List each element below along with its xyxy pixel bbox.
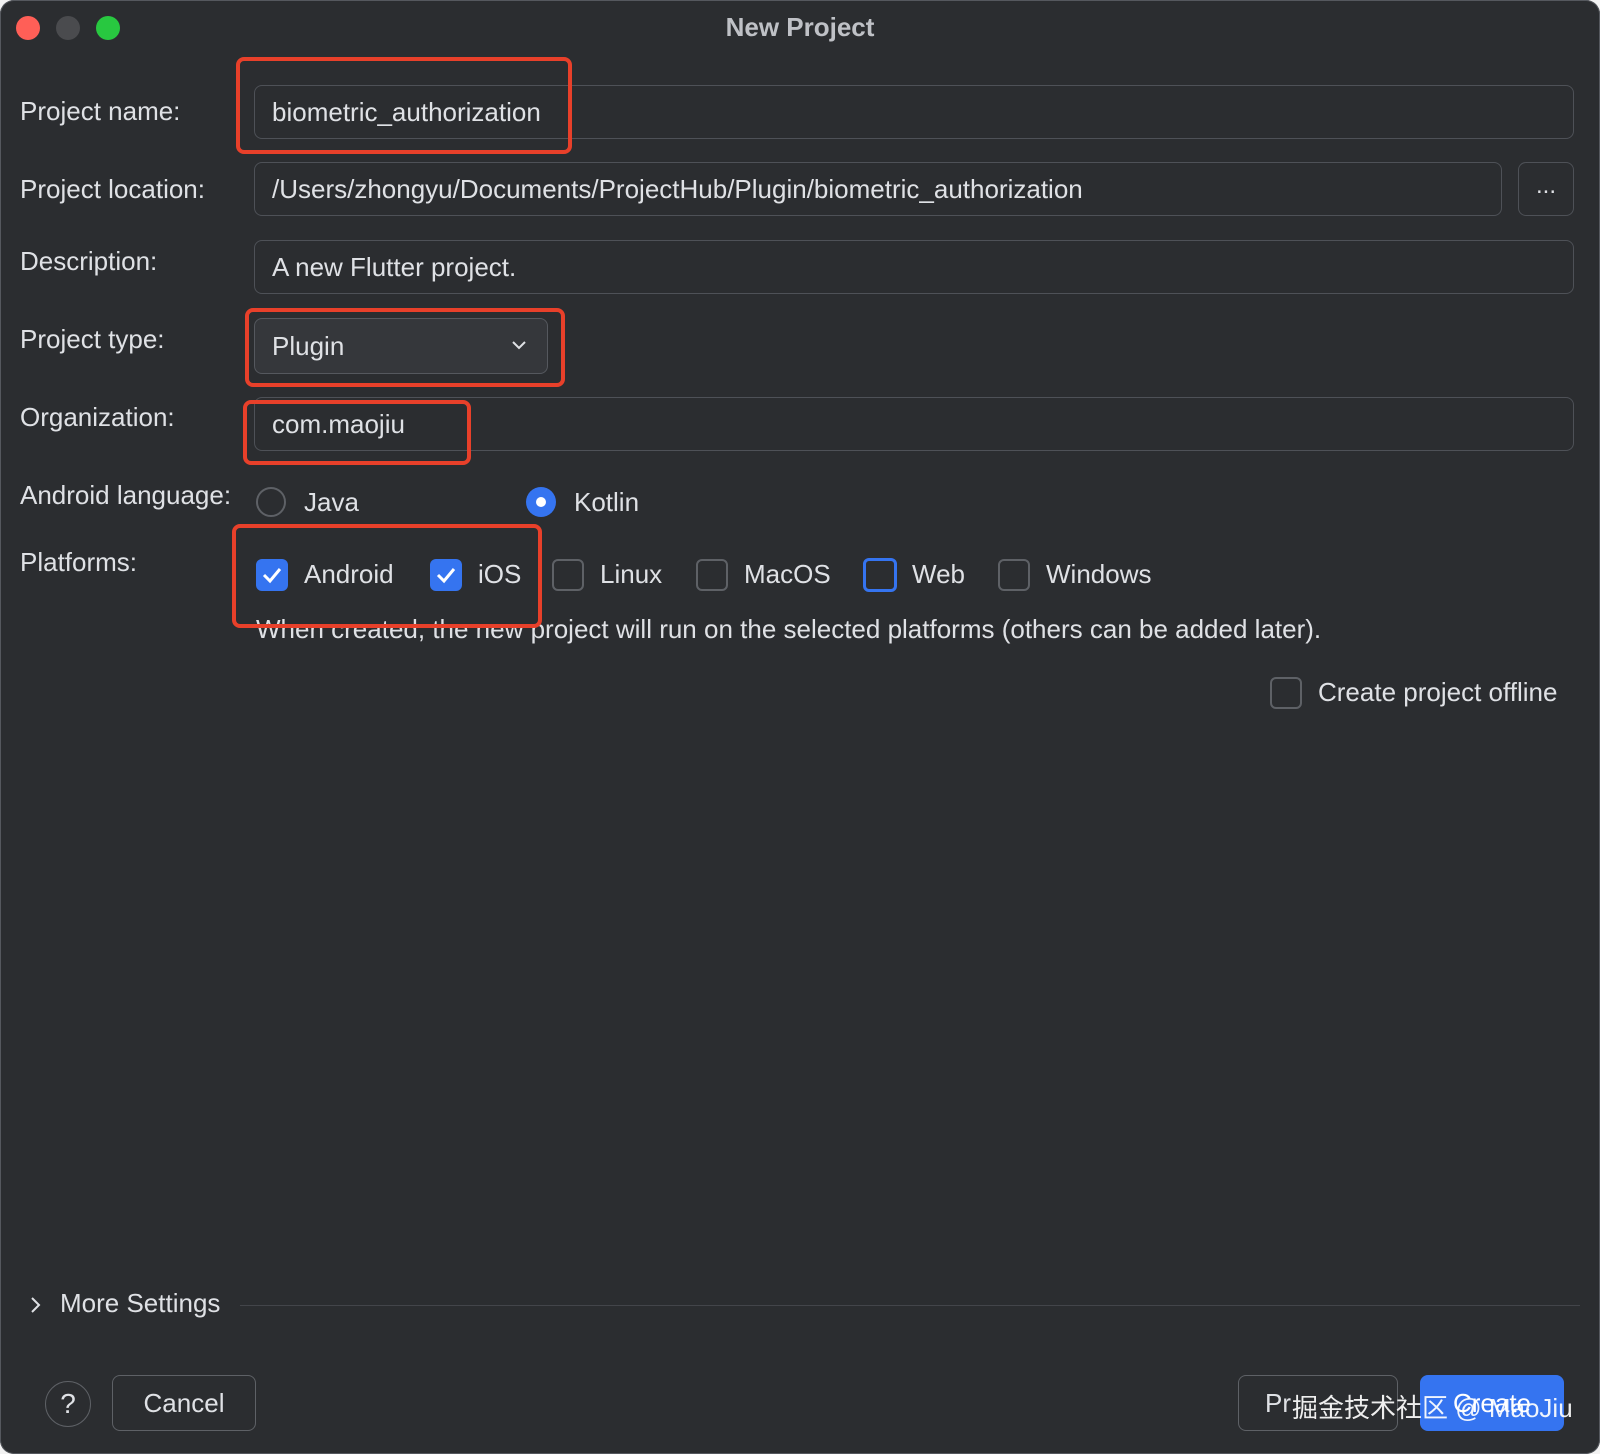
new-project-dialog: New Project Project name: biometric_auth… [0, 0, 1600, 1454]
cancel-button[interactable]: Cancel [112, 1375, 256, 1431]
windows-checkbox[interactable] [998, 559, 1030, 591]
project-location-input[interactable]: /Users/zhongyu/Documents/ProjectHub/Plug… [254, 162, 1502, 216]
description-input[interactable]: A new Flutter project. [254, 240, 1574, 294]
more-settings-toggle[interactable]: More Settings [60, 1288, 220, 1319]
project-type-label: Project type: [20, 324, 165, 354]
window-title: New Project [725, 12, 875, 42]
java-radio[interactable] [256, 487, 286, 517]
kotlin-radio-label: Kotlin [574, 487, 640, 517]
platforms-label: Platforms: [20, 547, 138, 577]
android-language-label: Android language: [20, 480, 232, 510]
titlebar: New Project [0, 0, 1600, 56]
help-button[interactable]: ? [45, 1381, 91, 1427]
create-offline-checkbox[interactable] [1270, 677, 1302, 709]
highlight-box-platforms [232, 524, 542, 628]
linux-checkbox[interactable] [552, 559, 584, 591]
create-offline-label: Create project offline [1318, 677, 1558, 707]
linux-checkbox-label: Linux [600, 559, 663, 589]
organization-label: Organization: [20, 402, 175, 432]
project-name-label: Project name: [20, 96, 181, 126]
description-label: Description: [20, 246, 158, 276]
macos-checkbox-label: MacOS [744, 559, 831, 589]
project-location-label: Project location: [20, 174, 205, 204]
chevron-right-icon[interactable] [28, 1296, 44, 1314]
web-checkbox[interactable] [863, 558, 897, 592]
browse-location-button[interactable]: ... [1518, 162, 1574, 216]
highlight-box-organization [243, 400, 471, 465]
highlight-box-project-type [245, 308, 565, 387]
highlight-box-project-name [236, 57, 572, 154]
windows-checkbox-label: Windows [1046, 559, 1152, 589]
watermark: 掘金技术社区 @ MaoJiu [1292, 1393, 1573, 1423]
macos-checkbox[interactable] [696, 559, 728, 591]
kotlin-radio[interactable] [526, 487, 556, 517]
web-checkbox-label: Web [912, 559, 965, 589]
more-settings-divider [240, 1305, 1580, 1306]
java-radio-label: Java [304, 487, 359, 517]
